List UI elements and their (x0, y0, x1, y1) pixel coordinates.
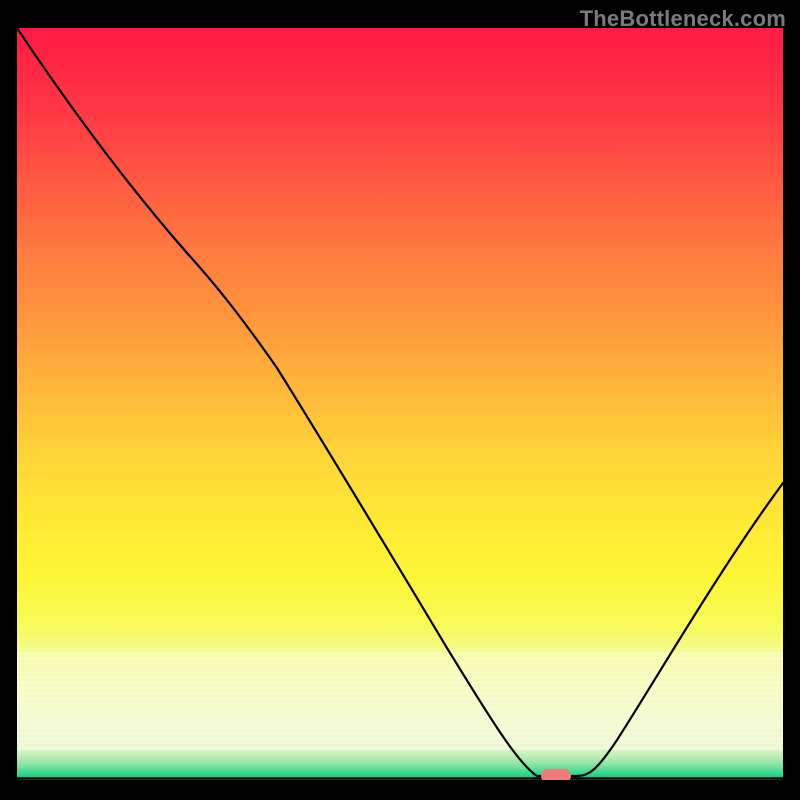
plot-area (17, 28, 783, 780)
chart-svg (17, 28, 783, 780)
optimal-marker (541, 769, 571, 780)
watermark-text: TheBottleneck.com (580, 6, 786, 32)
bottleneck-curve (17, 28, 783, 776)
chart-frame: TheBottleneck.com (0, 0, 800, 800)
